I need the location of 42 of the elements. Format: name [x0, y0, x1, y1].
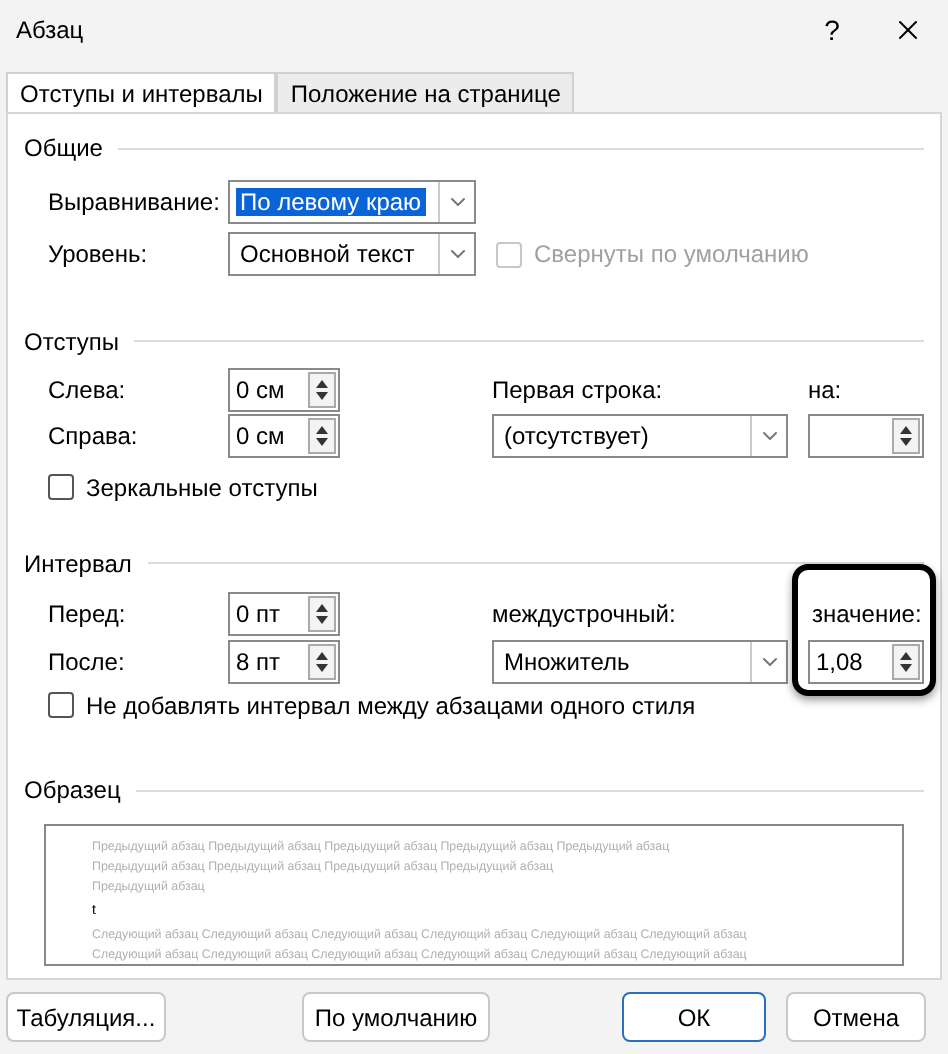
- tab[interactable]: Отступы и интервалы: [6, 72, 277, 112]
- field-label: После:: [48, 645, 127, 679]
- field-label: Уровень:: [48, 240, 148, 268]
- field-label: на:: [808, 373, 844, 408]
- field-label: Справа:: [48, 419, 140, 454]
- spin-box[interactable]: 0 пт: [228, 591, 340, 635]
- checkbox-label: Зеркальные отступы: [86, 471, 318, 506]
- spin-arrows-icon[interactable]: [308, 595, 336, 631]
- spin-arrows-icon[interactable]: [892, 417, 920, 454]
- dialog-button[interactable]: Отмена: [786, 992, 926, 1042]
- dropdown[interactable]: (отсутствует): [492, 413, 788, 458]
- field-label: Слева:: [48, 373, 128, 408]
- spin-arrows-icon[interactable]: [892, 643, 920, 679]
- spin-box[interactable]: 8 пт: [228, 639, 340, 683]
- checkbox[interactable]: [48, 474, 74, 501]
- field-label: Выравнивание:: [48, 188, 220, 216]
- field-label: Перед:: [48, 597, 128, 631]
- dropdown[interactable]: По левому краю: [228, 180, 476, 224]
- spin-arrows-icon[interactable]: [308, 371, 336, 408]
- field-label: Первая строка:: [492, 373, 665, 408]
- window-title: Абзац: [16, 14, 86, 48]
- spin-arrows-icon[interactable]: [308, 643, 336, 679]
- dropdown[interactable]: Основной текст: [228, 232, 476, 276]
- help-button[interactable]: ?: [796, 4, 868, 56]
- dropdown[interactable]: Множитель: [492, 639, 788, 683]
- field-label: междустрочный:: [492, 597, 678, 631]
- dialog-button[interactable]: Табуляция...: [6, 992, 166, 1042]
- group-title: Общие: [24, 132, 103, 166]
- dialog-button[interactable]: ОК: [622, 992, 766, 1042]
- dialog-button[interactable]: По умолчанию: [302, 992, 490, 1042]
- group-title: Интервал: [24, 547, 132, 581]
- spin-box[interactable]: 0 см: [228, 367, 340, 412]
- spin-arrows-icon[interactable]: [308, 417, 336, 454]
- group-title: Образец: [24, 774, 121, 809]
- field-label: значение:: [812, 599, 922, 627]
- tab[interactable]: Положение на странице: [276, 72, 575, 112]
- checkbox-label: Не добавлять интервал между абзацами одного стиля: [86, 689, 696, 723]
- group-title: Отступы: [24, 325, 119, 360]
- checkbox[interactable]: [48, 692, 74, 718]
- checkbox-label: Свернуты по умолчанию: [534, 238, 809, 272]
- spin-box[interactable]: 1,08: [808, 639, 924, 683]
- spin-box[interactable]: 0 см: [228, 413, 340, 458]
